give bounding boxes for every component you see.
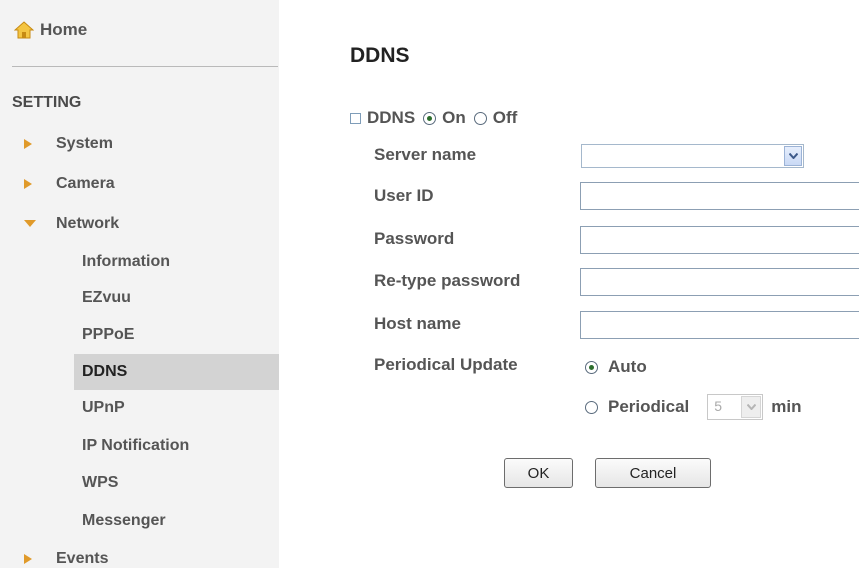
sidebar-item-label: System	[56, 135, 113, 152]
user-id-label: User ID	[374, 186, 434, 205]
chevron-right-icon	[24, 139, 32, 149]
sidebar-item-events[interactable]: Events	[0, 542, 279, 576]
interval-unit: min	[771, 397, 802, 416]
password-input[interactable]	[580, 226, 859, 254]
update-periodical-label: Periodical	[608, 397, 690, 416]
sidebar-divider	[12, 66, 278, 67]
periodical-update-label: Periodical Update	[374, 355, 518, 374]
chevron-right-icon	[24, 554, 32, 564]
cancel-button[interactable]: Cancel	[595, 458, 711, 488]
sidebar-item-label: Network	[56, 215, 120, 232]
ddns-label: DDNS	[367, 108, 416, 127]
sidebar-item-camera[interactable]: Camera	[0, 167, 279, 201]
user-id-input[interactable]	[580, 182, 859, 210]
ddns-off-label: Off	[492, 108, 518, 127]
update-periodical-radio[interactable]	[585, 400, 598, 414]
chevron-right-icon	[24, 179, 32, 189]
retype-password-label: Re-type password	[374, 271, 521, 290]
page-title: DDNS	[350, 44, 410, 67]
ddns-on-radio[interactable]	[423, 111, 437, 125]
update-auto-radio[interactable]	[585, 360, 598, 374]
interval-select[interactable]: 5	[707, 394, 764, 420]
ok-button[interactable]: OK	[504, 458, 573, 488]
host-name-label: Host name	[374, 314, 461, 333]
update-auto-label: Auto	[608, 357, 647, 376]
password-label: Password	[374, 229, 455, 248]
interval-value: 5	[714, 398, 723, 414]
sidebar-subitem-upnp[interactable]: UPnP	[74, 390, 279, 426]
ddns-on-label: On	[442, 108, 466, 127]
retype-password-input[interactable]	[580, 268, 859, 296]
sidebar-subitem-wps[interactable]: WPS	[74, 465, 279, 501]
host-name-input[interactable]	[580, 311, 859, 339]
sidebar-item-system[interactable]: System	[0, 127, 279, 161]
update-auto-row: Auto	[585, 354, 647, 380]
chevron-down-icon	[24, 220, 36, 227]
sidebar-subitem-ip-notification[interactable]: IP Notification	[74, 428, 279, 464]
ddns-toggle-row: DDNS On Off	[350, 106, 517, 130]
bullet-square-icon	[350, 112, 361, 124]
chevron-down-icon[interactable]	[784, 146, 802, 166]
server-name-select[interactable]	[581, 144, 804, 168]
sidebar-item-network[interactable]: Network	[0, 207, 279, 241]
home-link[interactable]: Home	[14, 18, 87, 42]
sidebar-item-label: Camera	[56, 175, 115, 192]
sidebar-subitem-messenger[interactable]: Messenger	[74, 503, 279, 539]
home-icon	[14, 21, 34, 39]
server-name-label: Server name	[374, 145, 477, 164]
update-periodical-row: Periodical 5 min	[585, 394, 802, 420]
chevron-down-icon[interactable]	[741, 396, 762, 418]
ddns-off-radio[interactable]	[473, 111, 487, 125]
sidebar-item-label: Events	[56, 550, 109, 567]
sidebar-subitem-ezvuu[interactable]: EZvuu	[74, 280, 279, 316]
sidebar-subitem-information[interactable]: Information	[74, 244, 279, 280]
home-label: Home	[40, 20, 88, 39]
section-setting: SETTING	[12, 94, 82, 111]
sidebar-subitem-pppoe[interactable]: PPPoE	[74, 317, 279, 353]
sidebar-subitem-ddns[interactable]: DDNS	[74, 354, 279, 390]
sidebar: Home SETTING System Camera Network Infor…	[0, 0, 279, 568]
